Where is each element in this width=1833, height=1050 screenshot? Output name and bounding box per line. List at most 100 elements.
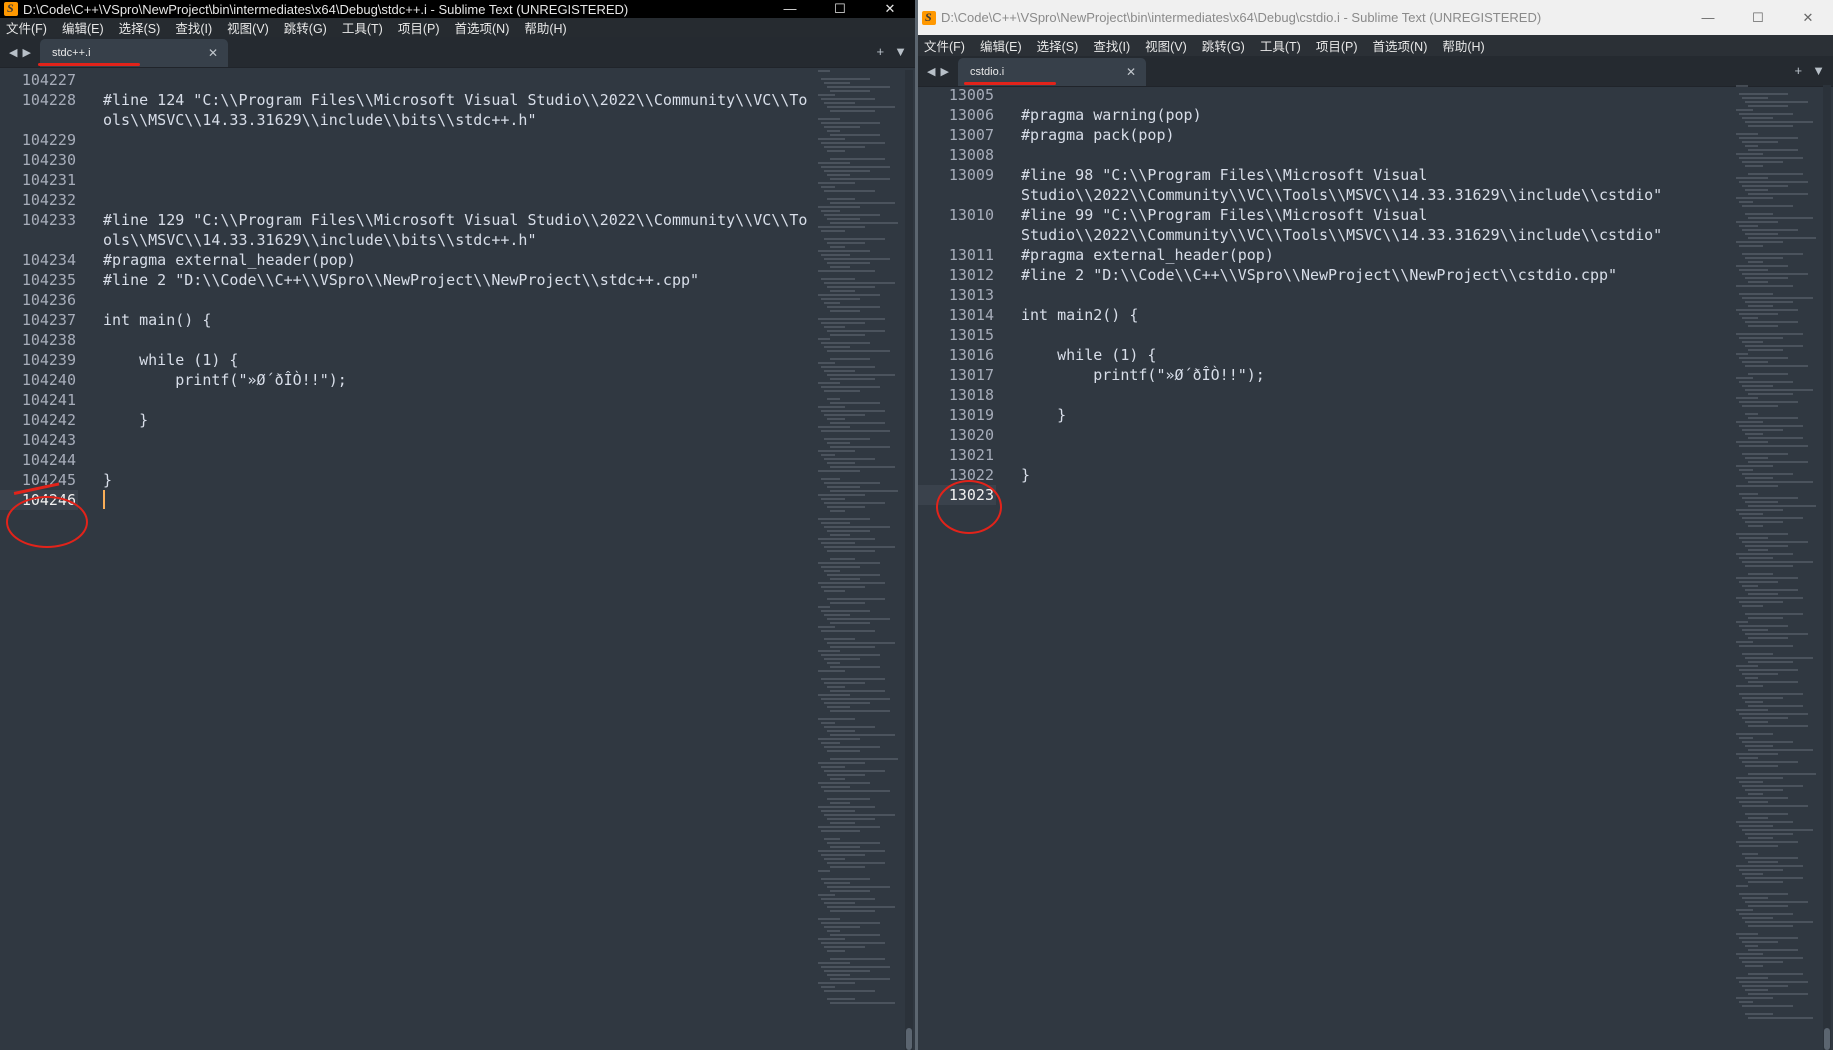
menu-selection[interactable]: 选择(S) bbox=[119, 18, 161, 37]
maximize-icon[interactable]: ☐ bbox=[1733, 0, 1783, 35]
code-line[interactable]: int main2() { bbox=[1021, 305, 1745, 325]
nav-back-icon[interactable]: ◀ bbox=[9, 46, 17, 59]
minimap-line bbox=[830, 202, 895, 204]
tab-close-icon[interactable]: ✕ bbox=[208, 46, 218, 60]
plus-icon[interactable]: + bbox=[1795, 63, 1803, 78]
code-line[interactable] bbox=[1021, 285, 1745, 305]
menu-tools[interactable]: 工具(T) bbox=[1260, 36, 1301, 55]
code-line[interactable] bbox=[103, 390, 815, 410]
menu-find[interactable]: 查找(I) bbox=[175, 18, 212, 37]
minimap[interactable] bbox=[1736, 85, 1816, 1050]
minimize-icon[interactable]: — bbox=[1683, 0, 1733, 35]
code-line[interactable]: #pragma warning(pop) bbox=[1021, 105, 1745, 125]
code-line[interactable]: #line 98 "C:\\Program Files\\Microsoft V… bbox=[1021, 165, 1745, 205]
code-line[interactable] bbox=[103, 170, 815, 190]
code-line[interactable] bbox=[1021, 485, 1745, 505]
nav-forward-icon[interactable]: ▶ bbox=[23, 46, 31, 59]
minimap-line bbox=[830, 802, 850, 804]
menu-edit[interactable]: 编辑(E) bbox=[980, 36, 1022, 55]
code-editor[interactable]: 104227 104228 104229 104230 104231 104232 1042… bbox=[0, 70, 915, 1050]
menu-preferences[interactable]: 首选项(N) bbox=[455, 18, 510, 37]
menu-goto[interactable]: 跳转(G) bbox=[284, 18, 327, 37]
menu-file[interactable]: 文件(F) bbox=[924, 36, 965, 55]
code-line[interactable] bbox=[103, 330, 815, 350]
tab-close-icon[interactable]: ✕ bbox=[1126, 65, 1136, 79]
minimap-line bbox=[821, 630, 875, 632]
scroll-thumb[interactable] bbox=[906, 1028, 912, 1050]
minimap-line bbox=[1742, 961, 1783, 963]
close-icon[interactable]: ✕ bbox=[1783, 0, 1833, 35]
minimap-line bbox=[827, 662, 840, 664]
minimap-line bbox=[1748, 325, 1778, 327]
code-line[interactable]: #pragma pack(pop) bbox=[1021, 125, 1745, 145]
code-line[interactable]: #line 99 "C:\\Program Files\\Microsoft V… bbox=[1021, 205, 1745, 245]
scrollbar[interactable] bbox=[1823, 85, 1831, 1050]
minimap-line bbox=[830, 534, 850, 536]
code-line[interactable]: } bbox=[1021, 465, 1745, 485]
menu-view[interactable]: 视图(V) bbox=[227, 18, 269, 37]
code-line[interactable] bbox=[103, 490, 815, 510]
code-line[interactable]: #line 2 "D:\\Code\\C++\\VSpro\\NewProjec… bbox=[103, 270, 815, 290]
code-line[interactable]: } bbox=[103, 470, 815, 490]
minimap-line bbox=[818, 806, 875, 808]
minimap-line bbox=[821, 98, 875, 100]
title-bar[interactable]: D:\Code\C++\VSpro\NewProject\bin\interme… bbox=[0, 0, 915, 18]
code-line[interactable]: while (1) { bbox=[1021, 345, 1745, 365]
code-line[interactable]: #line 129 "C:\\Program Files\\Microsoft … bbox=[103, 210, 815, 250]
minimap-line bbox=[818, 362, 835, 364]
code-line[interactable]: int main() { bbox=[103, 310, 815, 330]
code-editor[interactable]: 13005 13006 13007 13008 13009 13010 13011 13012… bbox=[918, 85, 1833, 1050]
code-line[interactable]: } bbox=[103, 410, 815, 430]
minimap-line bbox=[1739, 757, 1758, 759]
code-line[interactable] bbox=[103, 450, 815, 470]
menu-view[interactable]: 视图(V) bbox=[1145, 36, 1187, 55]
menu-find[interactable]: 查找(I) bbox=[1093, 36, 1130, 55]
menu-project[interactable]: 项目(P) bbox=[398, 18, 440, 37]
code-line[interactable]: #pragma external_header(pop) bbox=[1021, 245, 1745, 265]
nav-forward-icon[interactable]: ▶ bbox=[941, 65, 949, 78]
menu-project[interactable]: 项目(P) bbox=[1316, 36, 1358, 55]
code-line[interactable] bbox=[1021, 385, 1745, 405]
menu-file[interactable]: 文件(F) bbox=[6, 18, 47, 37]
code-line[interactable] bbox=[103, 150, 815, 170]
menu-help[interactable]: 帮助(H) bbox=[1442, 36, 1484, 55]
menu-edit[interactable]: 编辑(E) bbox=[62, 18, 104, 37]
minimap-line bbox=[827, 550, 875, 552]
menu-help[interactable]: 帮助(H) bbox=[524, 18, 566, 37]
close-icon[interactable]: ✕ bbox=[865, 0, 915, 18]
chevron-down-icon[interactable]: ▼ bbox=[1812, 63, 1825, 78]
menu-preferences[interactable]: 首选项(N) bbox=[1373, 36, 1428, 55]
minimap[interactable] bbox=[818, 70, 898, 1050]
menu-selection[interactable]: 选择(S) bbox=[1037, 36, 1079, 55]
minimize-icon[interactable]: — bbox=[765, 0, 815, 18]
plus-icon[interactable]: + bbox=[877, 44, 885, 59]
code-line[interactable] bbox=[103, 70, 815, 90]
code-line[interactable]: printf("»Ø´ðÎÒ!!"); bbox=[1021, 365, 1745, 385]
code-line[interactable] bbox=[103, 430, 815, 450]
code-line[interactable] bbox=[1021, 85, 1745, 105]
code-line[interactable] bbox=[103, 190, 815, 210]
code-area[interactable]: #pragma warning(pop) #pragma pack(pop) #li… bbox=[1021, 85, 1745, 505]
code-line[interactable]: #line 124 "C:\\Program Files\\Microsoft … bbox=[103, 90, 815, 130]
code-line[interactable] bbox=[1021, 425, 1745, 445]
code-line[interactable] bbox=[1021, 325, 1745, 345]
menu-tools[interactable]: 工具(T) bbox=[342, 18, 383, 37]
title-bar[interactable]: D:\Code\C++\VSpro\NewProject\bin\interme… bbox=[918, 0, 1833, 35]
menu-goto[interactable]: 跳转(G) bbox=[1202, 36, 1245, 55]
scroll-thumb[interactable] bbox=[1824, 1028, 1830, 1050]
nav-back-icon[interactable]: ◀ bbox=[927, 65, 935, 78]
code-line[interactable] bbox=[1021, 145, 1745, 165]
code-line[interactable]: } bbox=[1021, 405, 1745, 425]
maximize-icon[interactable]: ☐ bbox=[815, 0, 865, 18]
minimap-line bbox=[818, 494, 865, 496]
scrollbar[interactable] bbox=[905, 70, 913, 1050]
code-line[interactable]: while (1) { bbox=[103, 350, 815, 370]
chevron-down-icon[interactable]: ▼ bbox=[894, 44, 907, 59]
code-line[interactable] bbox=[1021, 445, 1745, 465]
code-line[interactable] bbox=[103, 290, 815, 310]
code-line[interactable]: printf("»Ø´ðÎÒ!!"); bbox=[103, 370, 815, 390]
code-line[interactable] bbox=[103, 130, 815, 150]
code-line[interactable]: #line 2 "D:\\Code\\C++\\VSpro\\NewProjec… bbox=[1021, 265, 1745, 285]
code-line[interactable]: #pragma external_header(pop) bbox=[103, 250, 815, 270]
code-area[interactable]: #line 124 "C:\\Program Files\\Microsoft … bbox=[103, 70, 815, 510]
